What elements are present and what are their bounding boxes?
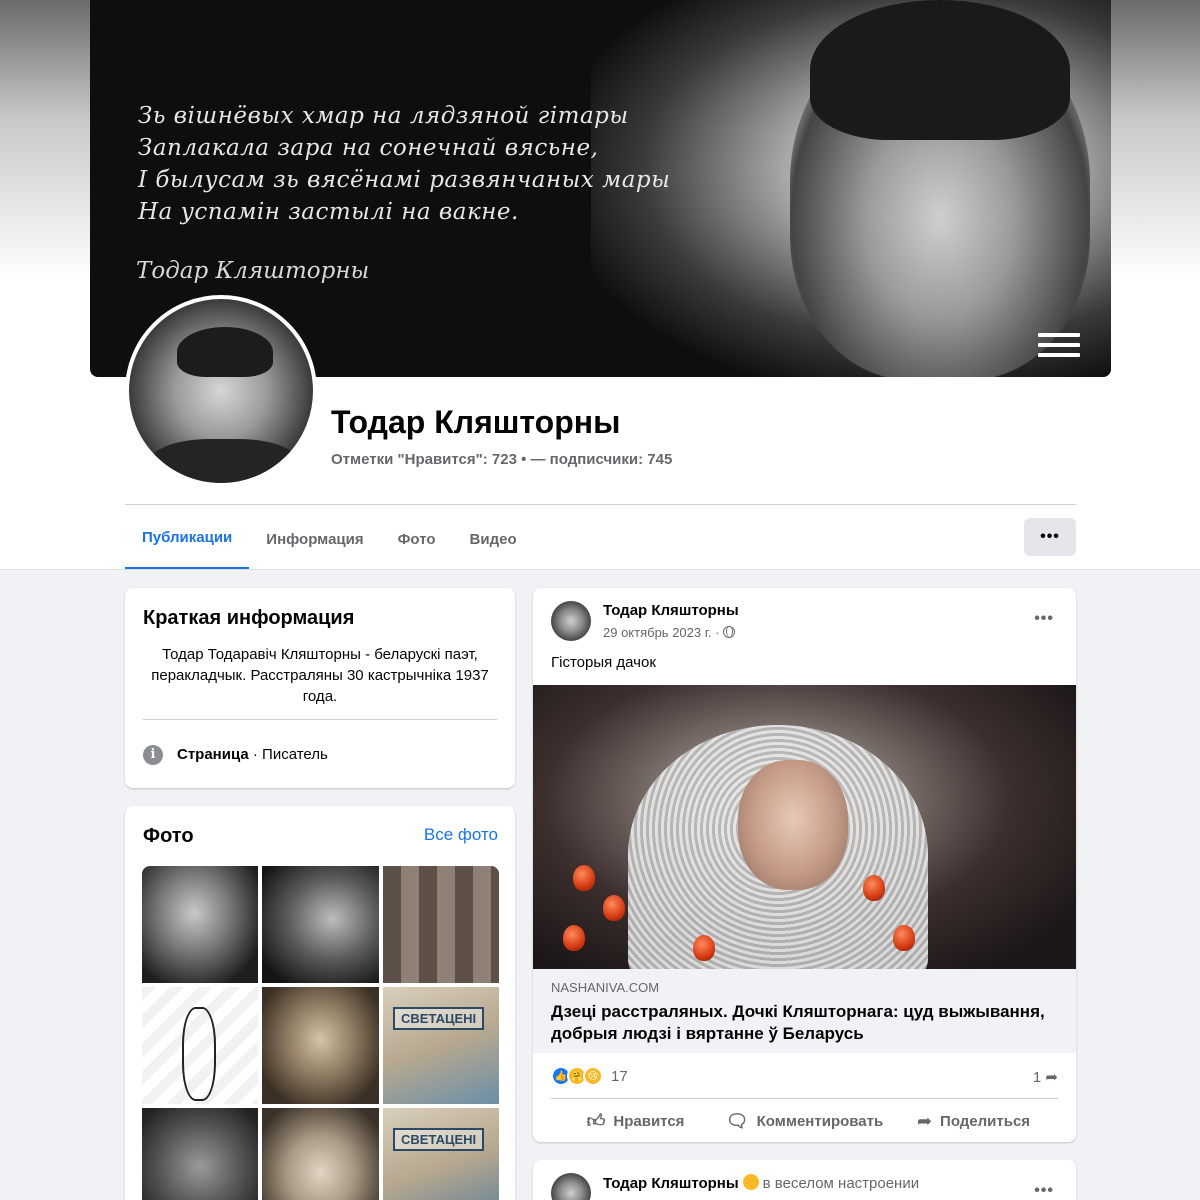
photo-thumbnail[interactable]: СВЕТАЦЕНІ bbox=[383, 987, 499, 1104]
post-date[interactable]: 29 октябрь 2023 г. · bbox=[603, 625, 736, 640]
page-title: Тодар Кляшторны bbox=[331, 404, 621, 440]
image-berry bbox=[603, 895, 625, 921]
more-options-button[interactable]: ••• bbox=[1024, 518, 1076, 556]
photo-thumbnail[interactable] bbox=[142, 987, 258, 1104]
share-count[interactable]: 1 ➦ bbox=[1033, 1068, 1058, 1086]
cover-poem-line: Заплакала зара на сонечнай вясьне, bbox=[138, 135, 599, 161]
comment-button[interactable]: 🗨︎ Комментировать bbox=[720, 1102, 889, 1140]
image-berry bbox=[893, 925, 915, 951]
post-author-name[interactable]: Тодар Кляшторны bbox=[603, 602, 739, 619]
image-berry bbox=[863, 875, 885, 901]
intro-card: Краткая информация Тодар Тодаравіч Кляшт… bbox=[125, 588, 515, 788]
photo-thumbnail[interactable] bbox=[142, 866, 258, 983]
post-card: Тодар Кляшторны 29 октябрь 2023 г. · •••… bbox=[533, 588, 1076, 1142]
post-author-avatar[interactable] bbox=[551, 1173, 591, 1200]
cover-signature: Тодар Кляшторны bbox=[136, 258, 370, 284]
sad-reaction-icon: 😢 bbox=[583, 1066, 603, 1086]
photos-card: Фото Все фото СВЕТАЦЕНІ СВЕТАЦЕНІ bbox=[125, 806, 515, 1200]
header-bottom-border bbox=[0, 569, 1200, 570]
thumbs-up-icon: 👍︎ bbox=[586, 1111, 606, 1131]
share-count-value: 1 bbox=[1032, 1069, 1042, 1086]
share-button[interactable]: ➦ Поделиться bbox=[889, 1102, 1058, 1140]
post-card: Тодар Кляшторны в веселом настроении ••• bbox=[533, 1160, 1076, 1200]
profile-avatar[interactable] bbox=[125, 295, 317, 487]
intro-title: Краткая информация bbox=[143, 607, 355, 629]
page-category-value: · Писатель bbox=[248, 746, 328, 763]
cover-poem-line: Зь вішнёвых хмар на лядзяной гітары bbox=[138, 103, 629, 129]
page-category-label: Страница bbox=[177, 746, 249, 763]
page-stats[interactable]: Отметки "Нравится": 723 • — подписчики: … bbox=[331, 451, 672, 468]
post-author-line: Тодар Кляшторны в веселом настроении bbox=[603, 1174, 919, 1192]
cover-portrait-hair bbox=[810, 0, 1070, 140]
share-arrow-icon: ➦ bbox=[1045, 1069, 1058, 1086]
share-label: Поделиться bbox=[940, 1112, 1031, 1130]
post-author-name[interactable]: Тодар Кляшторны bbox=[603, 1175, 739, 1192]
header-divider bbox=[125, 504, 1076, 505]
page-category: Страница · Писатель bbox=[177, 746, 328, 763]
cover-poem-line: На успамін застылі на вакне. bbox=[138, 199, 519, 225]
like-label: Нравится bbox=[613, 1112, 685, 1130]
comment-label: Комментировать bbox=[756, 1112, 884, 1130]
photo-thumbnail[interactable] bbox=[262, 987, 379, 1104]
info-icon: i bbox=[143, 745, 163, 765]
tab-about[interactable]: Информация bbox=[249, 508, 380, 570]
reaction-count: 17 bbox=[611, 1067, 628, 1085]
like-button[interactable]: 👍︎ Нравится bbox=[551, 1102, 720, 1140]
intro-divider bbox=[143, 719, 497, 720]
actions-divider bbox=[551, 1098, 1058, 1099]
book-cover-title: СВЕТАЦЕНІ bbox=[393, 1007, 485, 1030]
tab-videos[interactable]: Видео bbox=[453, 508, 534, 570]
image-berry bbox=[693, 935, 715, 961]
post-menu-button[interactable]: ••• bbox=[1034, 1182, 1054, 1200]
post-author-avatar[interactable] bbox=[551, 601, 591, 641]
image-berry bbox=[563, 925, 585, 951]
all-photos-link[interactable]: Все фото bbox=[424, 825, 498, 845]
photo-thumbnail[interactable] bbox=[383, 866, 499, 983]
happy-emoji-icon bbox=[742, 1174, 759, 1190]
post-menu-button[interactable]: ••• bbox=[1034, 610, 1054, 628]
book-cover-title: СВЕТАЦЕНІ bbox=[393, 1128, 485, 1151]
photo-thumbnail[interactable] bbox=[262, 866, 379, 983]
globe-icon bbox=[723, 626, 736, 638]
link-domain: NASHANIVA.COM bbox=[551, 980, 660, 995]
tab-posts[interactable]: Публикации bbox=[125, 508, 250, 570]
share-icon: ➦ bbox=[916, 1110, 933, 1131]
reactions-summary[interactable]: 👍 🤗 😢 17 bbox=[551, 1066, 628, 1086]
hamburger-menu-icon bbox=[1038, 333, 1080, 367]
photo-thumbnail[interactable] bbox=[142, 1108, 258, 1200]
post-text: Гісторыя дачок bbox=[551, 654, 656, 671]
post-link-image[interactable] bbox=[533, 685, 1076, 969]
photo-grid: СВЕТАЦЕНІ СВЕТАЦЕНІ bbox=[142, 866, 499, 1200]
cover-poem-line: І былусам зь вясёнамі развянчаных мары bbox=[138, 167, 671, 193]
post-mood: в веселом настроении bbox=[762, 1175, 920, 1192]
link-preview[interactable]: NASHANIVA.COM Дзеці расстраляных. Дочкі … bbox=[533, 969, 1076, 1053]
post-actions: 👍︎ Нравится 🗨︎ Комментировать ➦ Поделиться bbox=[551, 1102, 1058, 1140]
profile-tabs: Публикации Информация Фото Видео bbox=[125, 508, 534, 570]
photo-thumbnail[interactable] bbox=[262, 1108, 379, 1200]
photo-thumbnail[interactable]: СВЕТАЦЕНІ bbox=[383, 1108, 499, 1200]
comment-icon: 🗨︎ bbox=[725, 1110, 749, 1131]
image-berry bbox=[573, 865, 595, 891]
intro-bio: Тодар Тодаравіч Кляшторны - беларускі па… bbox=[151, 646, 489, 705]
cover-poem: Зь вішнёвых хмар на лядзяной гітары Запл… bbox=[138, 100, 758, 228]
post-date-text: 29 октябрь 2023 г. · bbox=[603, 625, 720, 640]
tab-photos[interactable]: Фото bbox=[381, 508, 453, 570]
photos-title: Фото bbox=[143, 825, 194, 847]
image-face bbox=[738, 760, 848, 890]
link-title: Дзеці расстраляных. Дочкі Кляшторнага: ц… bbox=[551, 1002, 1045, 1043]
